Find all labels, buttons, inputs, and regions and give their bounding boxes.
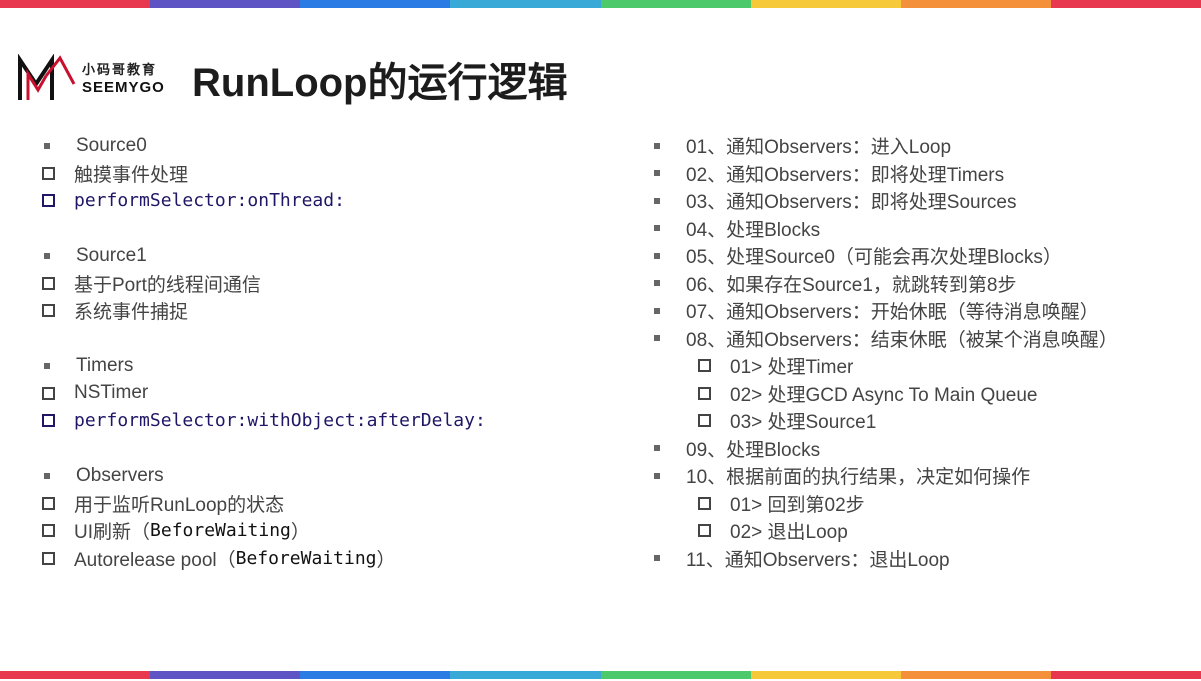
list-item: NSTimer — [42, 380, 486, 408]
list-item: Timers — [42, 352, 486, 380]
list-item: 系统事件捕捉 — [42, 297, 486, 325]
list-item: 用于监听RunLoop的状态 — [42, 490, 486, 518]
list-item: performSelector:onThread: — [42, 187, 486, 215]
step-item: 01、通知Observers：进入Loop — [652, 132, 1118, 160]
square-bullet-icon — [44, 472, 50, 479]
right-column: 01、通知Observers：进入Loop 02、通知Observers：即将处… — [652, 132, 1118, 572]
box-bullet-icon — [42, 551, 55, 565]
box-bullet-icon — [42, 166, 55, 180]
step-item: 02、通知Observers：即将处理Timers — [652, 160, 1118, 188]
square-bullet-icon — [654, 307, 660, 314]
square-bullet-icon — [654, 142, 660, 149]
square-bullet-icon — [654, 225, 660, 232]
left-column: Source0 触摸事件处理 performSelector:onThread:… — [42, 132, 486, 572]
square-bullet-icon — [654, 335, 660, 342]
square-bullet-icon — [654, 445, 660, 452]
box-bullet-icon — [42, 194, 55, 208]
sub-step-item: 02> 退出Loop — [652, 517, 1118, 545]
step-item: 11、通知Observers：退出Loop — [652, 545, 1118, 573]
list-item: performSelector:withObject:afterDelay: — [42, 407, 486, 435]
sub-step-item: 03> 处理Source1 — [652, 407, 1118, 435]
slide-header: 小码哥教育 SEEMYGO RunLoop的运行逻辑 — [16, 34, 568, 124]
step-item: 08、通知Observers：结束休眠（被某个消息唤醒） — [652, 325, 1118, 353]
box-bullet-icon — [698, 359, 711, 373]
box-bullet-icon — [42, 414, 55, 428]
step-item: 03、通知Observers：即将处理Sources — [652, 187, 1118, 215]
seemygo-logo-icon — [18, 54, 76, 100]
step-item: 10、根据前面的执行结果，决定如何操作 — [652, 462, 1118, 490]
logo: 小码哥教育 SEEMYGO — [16, 54, 174, 104]
square-bullet-icon — [44, 252, 50, 259]
top-color-stripe — [0, 0, 1201, 8]
square-bullet-icon — [654, 252, 660, 259]
step-item: 05、处理Source0（可能会再次处理Blocks） — [652, 242, 1118, 270]
box-bullet-icon — [42, 524, 55, 538]
square-bullet-icon — [654, 197, 660, 204]
square-bullet-icon — [44, 142, 50, 149]
list-item: 触摸事件处理 — [42, 160, 486, 188]
box-bullet-icon — [698, 386, 711, 400]
step-item: 04、处理Blocks — [652, 215, 1118, 243]
sub-step-item: 02> 处理GCD Async To Main Queue — [652, 380, 1118, 408]
box-bullet-icon — [698, 524, 711, 538]
list-item: 基于Port的线程间通信 — [42, 270, 486, 298]
step-item: 09、处理Blocks — [652, 435, 1118, 463]
page-title: RunLoop的运行逻辑 — [192, 61, 568, 105]
square-bullet-icon — [44, 362, 50, 369]
logo-chinese-text: 小码哥教育 — [82, 62, 158, 77]
square-bullet-icon — [654, 280, 660, 287]
list-item: Observers — [42, 462, 486, 490]
box-bullet-icon — [698, 414, 711, 428]
square-bullet-icon — [654, 170, 660, 177]
box-bullet-icon — [698, 496, 711, 510]
box-bullet-icon — [42, 276, 55, 290]
list-item: Autorelease pool（ BeforeWaiting） — [42, 545, 486, 573]
logo-english-text: SEEMYGO — [82, 79, 165, 96]
list-item: Source1 — [42, 242, 486, 270]
step-item: 07、通知Observers：开始休眠（等待消息唤醒） — [652, 297, 1118, 325]
step-item: 06、如果存在Source1，就跳转到第8步 — [652, 270, 1118, 298]
list-item: Source0 — [42, 132, 486, 160]
box-bullet-icon — [42, 386, 55, 400]
sub-step-item: 01> 回到第02步 — [652, 490, 1118, 518]
square-bullet-icon — [654, 472, 660, 479]
sub-step-item: 01> 处理Timer — [652, 352, 1118, 380]
bottom-color-stripe — [0, 671, 1201, 679]
box-bullet-icon — [42, 304, 55, 318]
box-bullet-icon — [42, 496, 55, 510]
list-item: UI刷新（ BeforeWaiting） — [42, 517, 486, 545]
square-bullet-icon — [654, 555, 660, 562]
